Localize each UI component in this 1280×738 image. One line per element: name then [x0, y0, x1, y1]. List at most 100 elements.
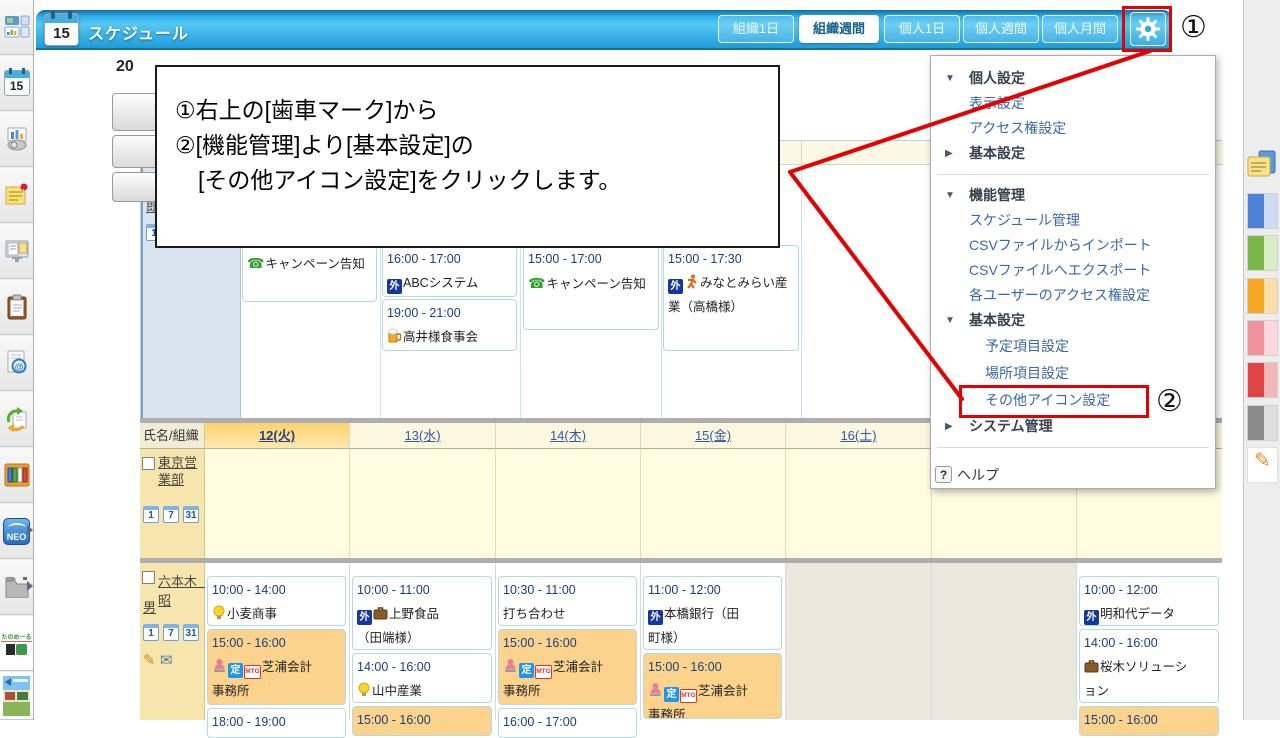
pencil-icon[interactable]: ✎	[1247, 447, 1278, 483]
page-title: スケジュール	[88, 20, 189, 44]
org-link[interactable]: 東京営業部	[158, 454, 204, 488]
member-checkbox[interactable]	[142, 571, 155, 584]
view-button-org-week[interactable]: 組織週間	[799, 15, 879, 43]
external-icon: 外	[387, 279, 402, 294]
label-red-icon[interactable]	[1247, 362, 1278, 398]
workflow-icon[interactable]	[0, 392, 33, 447]
menu-link-schedule-management[interactable]: スケジュール管理	[931, 208, 1215, 233]
tanomeru-icon[interactable]: たのめーる	[0, 616, 33, 671]
schedule-card[interactable]: 15:00 - 16:00	[1079, 706, 1219, 736]
search-icon-img: @	[5, 350, 29, 376]
schedule-card[interactable]: 10:00 - 11:00 外上野食品 （田端様）	[352, 576, 492, 650]
schedule-card[interactable]: 11:00 - 12:00 外本橋銀行（田 町様）	[643, 576, 782, 650]
mail-icon[interactable]: ✉	[160, 652, 173, 669]
schedule-card[interactable]: 10:30 - 11:00 打ち合わせ	[498, 576, 637, 626]
day-view-icon[interactable]: 1	[143, 506, 159, 523]
menu-link-location-item-settings[interactable]: 場所項目設定	[931, 360, 1215, 387]
schedule-app-icon[interactable]: 15	[0, 56, 33, 111]
search-icon[interactable]: @	[0, 336, 33, 391]
menu-link-schedule-item-settings[interactable]: 予定項目設定	[931, 333, 1215, 360]
menu-link-access-rights[interactable]: アクセス権設定	[931, 116, 1215, 141]
month-view-icon[interactable]: 31	[183, 506, 199, 523]
memo-icon[interactable]	[0, 168, 33, 223]
cabinet-icon[interactable]	[0, 448, 33, 503]
menu-header-basic-settings[interactable]: ▼基本設定	[931, 308, 1215, 333]
menu-link-csv-import[interactable]: CSVファイルからインポート	[931, 233, 1215, 258]
day-header-15-fri[interactable]: 15(金)	[695, 428, 731, 443]
schedule-card[interactable]: 16:00 - 17:00	[498, 708, 637, 738]
day-header-13-wed[interactable]: 13(水)	[404, 428, 440, 443]
label-gray-icon[interactable]	[1247, 405, 1278, 441]
menu-link-user-access-rights[interactable]: 各ユーザーのアクセス権設定	[931, 283, 1215, 308]
toolbar-button-fragment[interactable]	[112, 93, 158, 131]
expand-arrow-icon[interactable]	[27, 581, 33, 591]
neo-icon[interactable]: NEO	[0, 504, 33, 559]
bulletin-icon[interactable]	[0, 224, 33, 279]
external-icon: 外	[668, 279, 683, 294]
member-link[interactable]: 六本木 昭	[158, 571, 204, 609]
recurring-icon: 定	[228, 663, 243, 678]
month-view-icon[interactable]: 31	[183, 624, 199, 641]
week-view-icon[interactable]: 7	[163, 624, 179, 641]
banner-icon-img	[3, 676, 30, 716]
meeting-icon: MTG	[244, 665, 261, 679]
label-green-icon[interactable]	[1247, 235, 1278, 271]
folder-icon[interactable]	[0, 560, 33, 615]
menu-header-function-management[interactable]: ▼機能管理	[931, 183, 1215, 208]
schedule-card[interactable]: 15:00 - 16:00 定MTG芝浦会計 事務所	[207, 629, 346, 705]
schedule-card[interactable]: 15:00 - 16:00	[352, 706, 492, 736]
schedule-card[interactable]: 16:00 - 17:00 外ABCシステム	[382, 245, 517, 297]
day-header-12-tue[interactable]: 12(火)	[259, 428, 295, 443]
view-button-personal-day[interactable]: 個人1日	[884, 15, 960, 43]
schedule-card[interactable]: 15:00 - 16:00 定MTG芝浦会計 事務所	[498, 629, 637, 705]
schedule-header-icon: 15	[44, 13, 79, 46]
label-orange-icon[interactable]	[1247, 278, 1278, 314]
recurring-icon: 定	[664, 687, 679, 702]
external-icon: 外	[357, 610, 372, 625]
schedule-card[interactable]: 14:00 - 16:00 山中産業	[352, 653, 492, 703]
presentation-icon[interactable]	[0, 112, 33, 167]
svg-text:@: @	[14, 362, 23, 372]
triangle-right-icon: ▶	[945, 414, 953, 439]
bulletin-icon-img	[4, 238, 30, 264]
quick-label-sidebar: ✎	[1243, 0, 1280, 720]
presentation-icon-img	[4, 126, 30, 152]
separator	[140, 558, 1222, 563]
member-cell: 六本木 昭 男 1731 ✎ ✉	[140, 563, 205, 720]
label-pink-icon[interactable]	[1247, 320, 1278, 356]
note-icon[interactable]	[1247, 150, 1278, 186]
day-header-14-thu[interactable]: 14(木)	[550, 428, 586, 443]
menu-link-display-settings[interactable]: 表示設定	[931, 91, 1215, 116]
note-icon-img	[1247, 150, 1277, 182]
view-button-personal-month[interactable]: 個人月間	[1042, 15, 1118, 43]
schedule-card[interactable]: 15:00 - 17:30 外みなとみらい産業（高橋様）	[663, 245, 799, 351]
schedule-card[interactable]: 19:00 - 21:00 高井様食事会	[382, 299, 517, 351]
menu-header-personal-settings[interactable]: ▼個人設定	[931, 66, 1215, 91]
expand-arrow-icon[interactable]	[27, 525, 33, 535]
banner-icon[interactable]	[0, 672, 33, 720]
day-view-icon[interactable]: 1	[143, 624, 159, 641]
schedule-card[interactable]: 15:00 - 16:00 定MTG芝浦会計 事務所	[643, 653, 782, 719]
menu-link-csv-export[interactable]: CSVファイルへエクスポート	[931, 258, 1215, 283]
menu-header-basic-settings-personal[interactable]: ▶基本設定	[931, 141, 1215, 166]
schedule-card[interactable]: 14:00 - 16:00 桜木ソリューシ ョン	[1079, 629, 1219, 703]
schedule-card[interactable]: 10:00 - 14:00 小麦商事	[207, 576, 346, 626]
week-view-icon[interactable]: 7	[163, 506, 179, 523]
menu-help[interactable]: ?ヘルプ	[931, 461, 1215, 489]
edit-icon[interactable]: ✎	[143, 652, 156, 669]
label-blue-icon[interactable]	[1247, 193, 1278, 229]
toolbar-button-fragment[interactable]	[112, 135, 158, 168]
day-header-16-sat[interactable]: 16(土)	[840, 428, 876, 443]
neo-icon-img: NEO	[3, 518, 30, 545]
schedule-card[interactable]: 15:00 - 17:00 ☎キャンペーン告知	[523, 245, 659, 330]
clipboard-icon[interactable]	[0, 280, 33, 335]
view-button-personal-week[interactable]: 個人週間	[963, 15, 1039, 43]
view-button-org-day[interactable]: 組織1日	[718, 15, 794, 43]
triangle-right-icon: ▶	[945, 141, 953, 166]
schedule-card[interactable]: 18:00 - 19:00	[207, 708, 346, 738]
portal-icon[interactable]	[0, 0, 33, 55]
toolbar-button-fragment[interactable]	[112, 172, 158, 202]
member-link[interactable]: 男	[143, 597, 156, 616]
org-checkbox[interactable]	[142, 457, 155, 470]
schedule-card[interactable]: 10:00 - 12:00 外明和代データ	[1079, 576, 1219, 626]
